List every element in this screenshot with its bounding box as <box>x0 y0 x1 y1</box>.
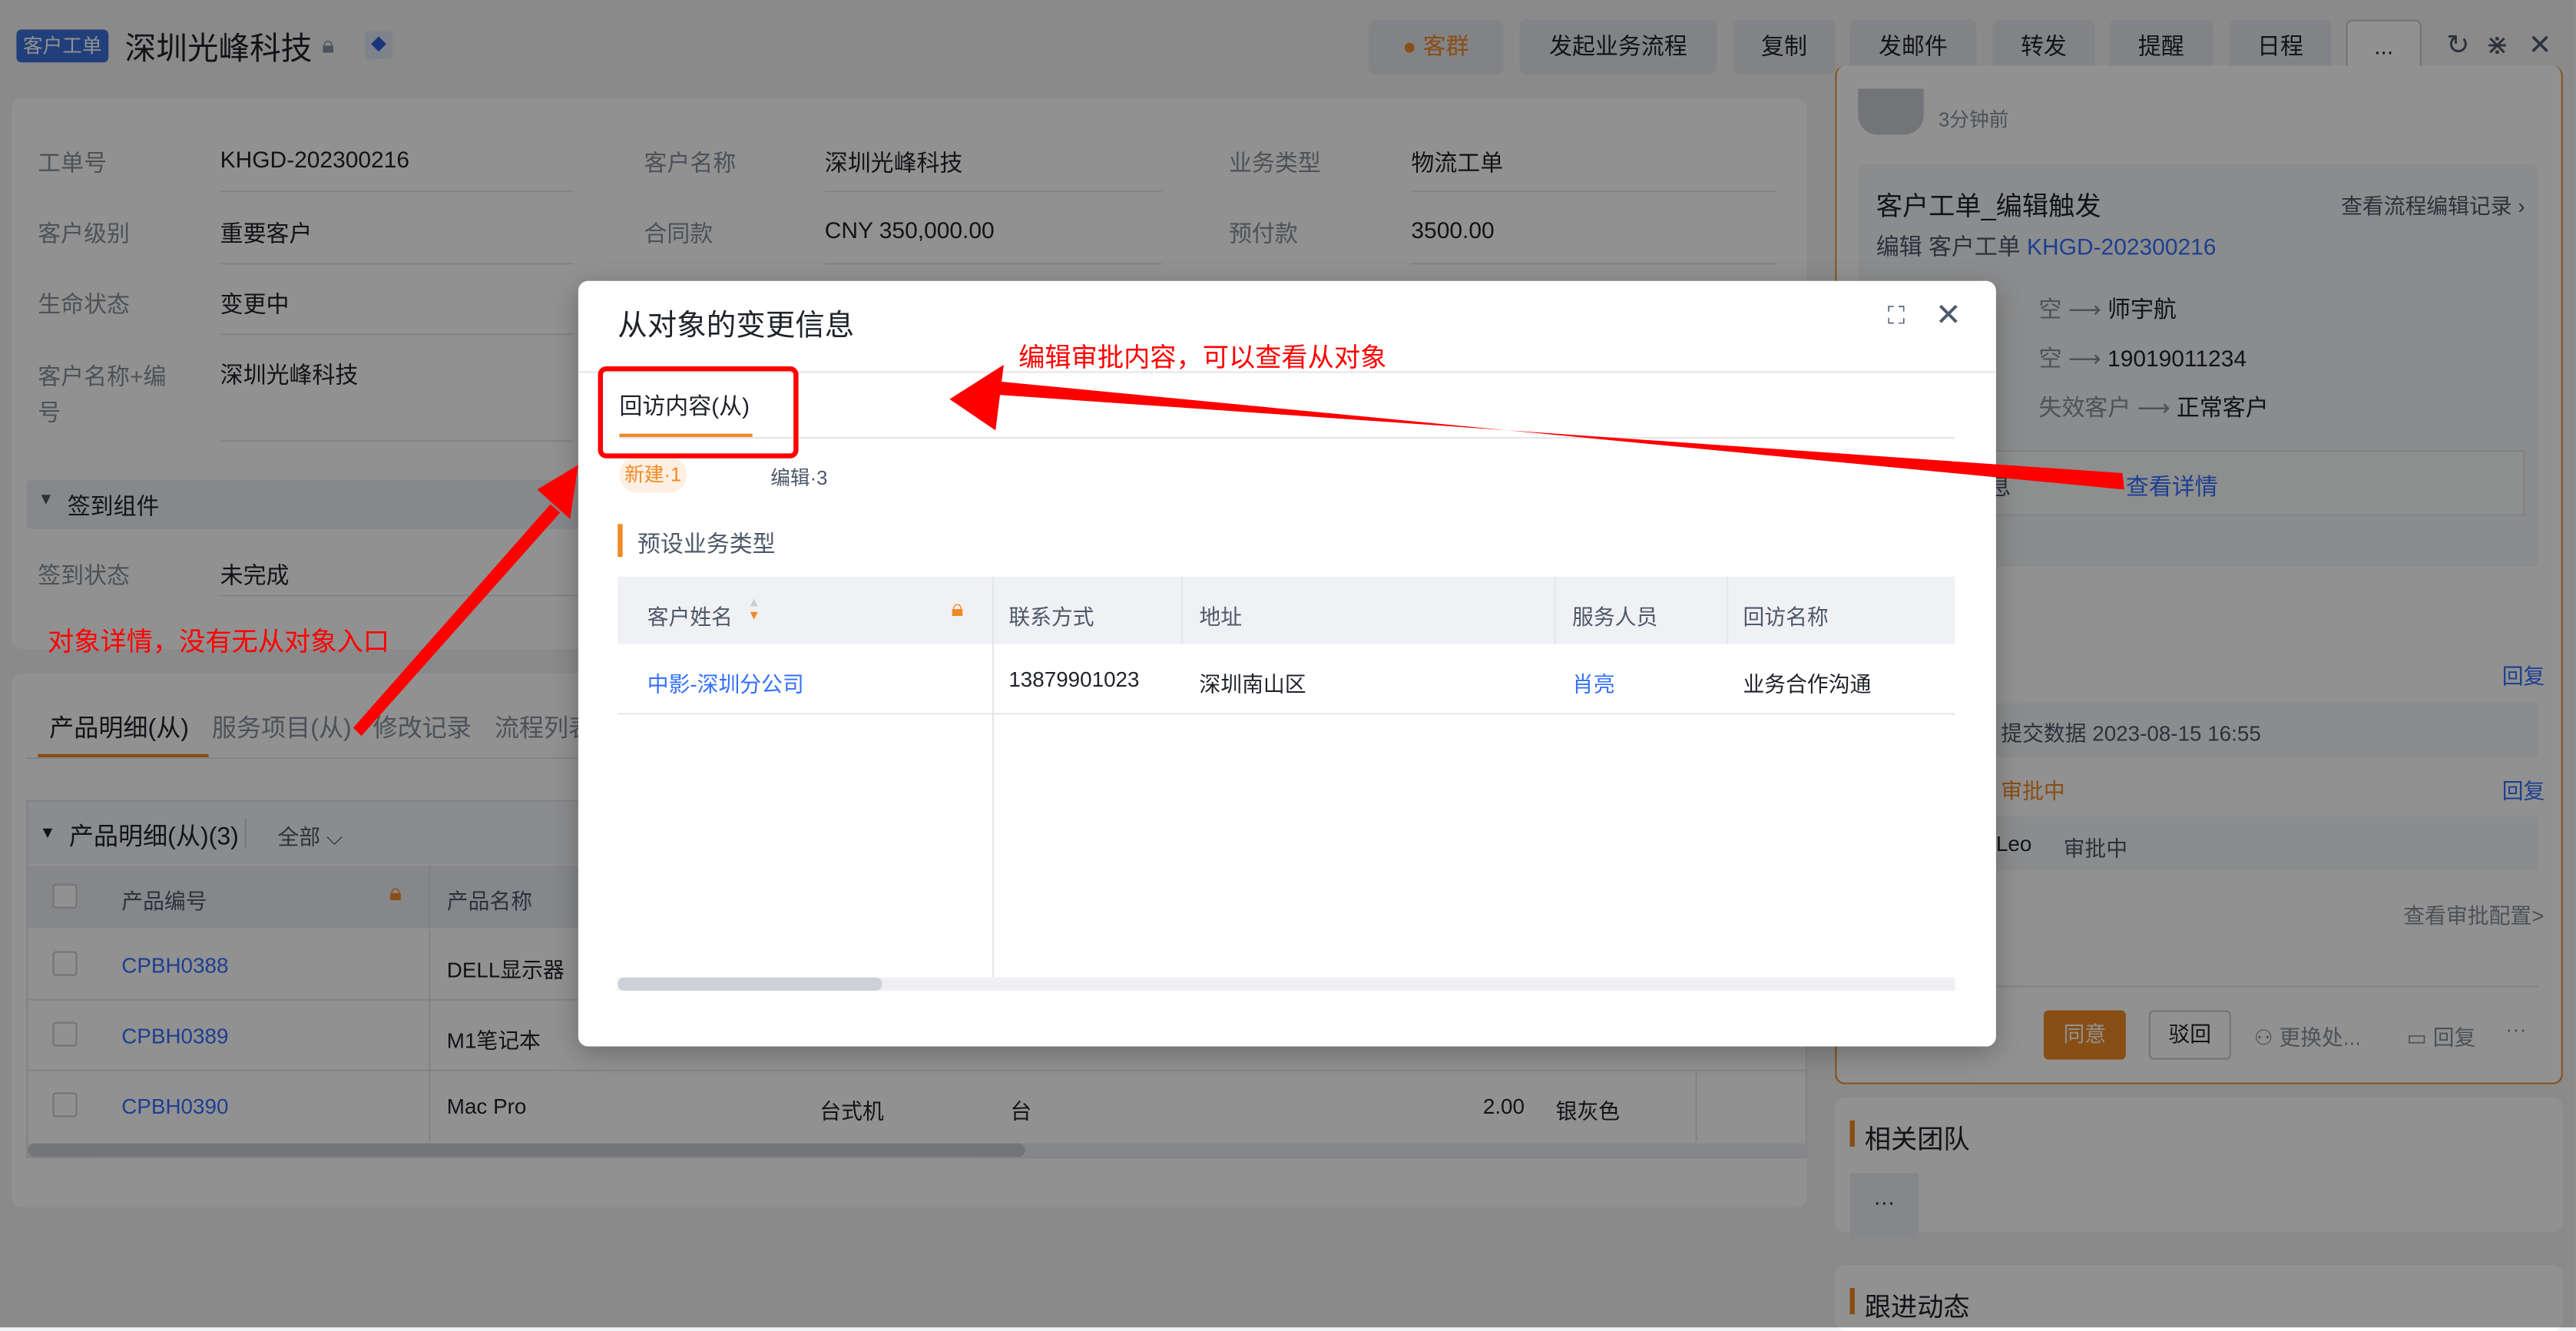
annotation-arrows <box>353 364 2124 737</box>
arrow-to-tab <box>949 364 2124 490</box>
arrow-to-modal <box>353 465 578 737</box>
